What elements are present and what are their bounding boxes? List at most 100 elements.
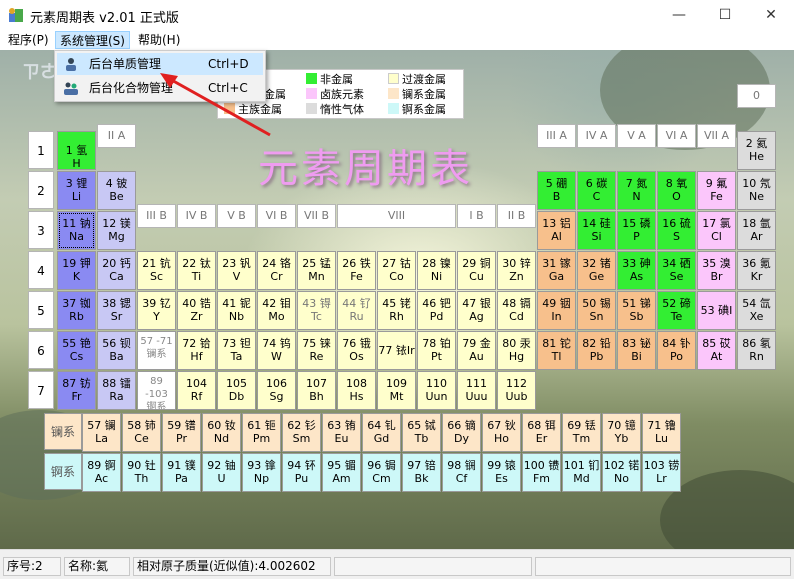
lanthanide-cell[interactable]: 58 铈 Ce: [122, 413, 161, 452]
element-cell[interactable]: 78 铂 Pt: [417, 331, 456, 370]
actinide-cell[interactable]: 100 镄 Fm: [522, 453, 561, 492]
element-cell[interactable]: 16 硫S: [657, 211, 696, 250]
menu-system-management[interactable]: 系统管理(S): [55, 31, 130, 49]
actinide-cell[interactable]: 99 锿 Es: [482, 453, 521, 492]
element-cell[interactable]: 11 钠 Na: [57, 211, 96, 250]
menu-item-element-management[interactable]: 后台单质管理 Ctrl+D: [57, 53, 263, 75]
element-cell[interactable]: 83 铋 Bi: [617, 331, 656, 370]
lanthanide-cell[interactable]: 69 铥 Tm: [562, 413, 601, 452]
actinide-cell[interactable]: 93 镎 Np: [242, 453, 281, 492]
element-cell[interactable]: 6 碳C: [577, 171, 616, 210]
element-cell[interactable]: 77 铱Ir: [377, 331, 416, 370]
actinide-cell[interactable]: 97 锫 Bk: [402, 453, 441, 492]
element-cell[interactable]: 112 Uub: [497, 371, 536, 410]
element-cell[interactable]: 7 氮N: [617, 171, 656, 210]
element-cell[interactable]: 27 钴 Co: [377, 251, 416, 290]
element-cell[interactable]: 41 铌 Nb: [217, 291, 256, 330]
element-cell[interactable]: 76 锇 Os: [337, 331, 376, 370]
element-cell[interactable]: 18 氩 Ar: [737, 211, 776, 250]
actinide-cell[interactable]: 89 锕 Ac: [82, 453, 121, 492]
lanthanide-cell[interactable]: 60 钕 Nd: [202, 413, 241, 452]
element-cell[interactable]: 33 砷 As: [617, 251, 656, 290]
lanthanide-cell[interactable]: 71 镥 Lu: [642, 413, 681, 452]
element-cell[interactable]: 109 Mt: [377, 371, 416, 410]
element-cell[interactable]: 19 钾K: [57, 251, 96, 290]
element-cell[interactable]: 111 Uuu: [457, 371, 496, 410]
element-cell[interactable]: 35 溴 Br: [697, 251, 736, 290]
lanthanide-cell[interactable]: 62 钐 Sm: [282, 413, 321, 452]
element-cell[interactable]: 84 钋 Po: [657, 331, 696, 370]
lanthanide-cell[interactable]: 66 镝 Dy: [442, 413, 481, 452]
element-cell[interactable]: 79 金 Au: [457, 331, 496, 370]
actinide-cell[interactable]: 103 铹 Lr: [642, 453, 681, 492]
element-cell[interactable]: 46 钯 Pd: [417, 291, 456, 330]
lanthanide-cell[interactable]: 61 钷 Pm: [242, 413, 281, 452]
element-cell[interactable]: 20 钙 Ca: [97, 251, 136, 290]
actinide-cell[interactable]: 90 钍 Th: [122, 453, 161, 492]
element-cell[interactable]: 36 氪 Kr: [737, 251, 776, 290]
element-cell[interactable]: 32 锗 Ge: [577, 251, 616, 290]
element-cell[interactable]: 50 锡 Sn: [577, 291, 616, 330]
element-cell[interactable]: 72 铪 Hf: [177, 331, 216, 370]
actinide-cell[interactable]: 91 镤 Pa: [162, 453, 201, 492]
element-cell[interactable]: 106 Sg: [257, 371, 296, 410]
menu-program[interactable]: 程序(P): [4, 31, 53, 49]
element-cell[interactable]: 104 Rf: [177, 371, 216, 410]
lanthanide-cell[interactable]: 63 铕 Eu: [322, 413, 361, 452]
element-cell[interactable]: 12 镁 Mg: [97, 211, 136, 250]
element-cell[interactable]: 26 铁 Fe: [337, 251, 376, 290]
element-cell[interactable]: 29 铜 Cu: [457, 251, 496, 290]
element-cell[interactable]: 1 氢H: [57, 131, 96, 170]
menu-help[interactable]: 帮助(H): [134, 31, 184, 49]
element-cell[interactable]: 15 磷P: [617, 211, 656, 250]
element-cell[interactable]: 24 铬 Cr: [257, 251, 296, 290]
element-cell[interactable]: 87 钫 Fr: [57, 371, 96, 410]
minimize-button[interactable]: —: [656, 0, 702, 30]
element-cell[interactable]: 14 硅 Si: [577, 211, 616, 250]
element-cell[interactable]: 73 钽 Ta: [217, 331, 256, 370]
element-cell[interactable]: 40 锆 Zr: [177, 291, 216, 330]
element-cell[interactable]: 82 铅 Pb: [577, 331, 616, 370]
element-cell[interactable]: 21 钪 Sc: [137, 251, 176, 290]
element-cell[interactable]: 17 氯 Cl: [697, 211, 736, 250]
element-cell[interactable]: 107 Bh: [297, 371, 336, 410]
element-cell[interactable]: 54 氙 Xe: [737, 291, 776, 330]
element-cell[interactable]: 108 Hs: [337, 371, 376, 410]
maximize-button[interactable]: ☐: [702, 0, 748, 30]
element-cell[interactable]: 88 镭 Ra: [97, 371, 136, 410]
actinide-cell[interactable]: 95 镅 Am: [322, 453, 361, 492]
element-cell[interactable]: 45 铑 Rh: [377, 291, 416, 330]
element-cell[interactable]: 49 铟 In: [537, 291, 576, 330]
element-cell[interactable]: 55 铯 Cs: [57, 331, 96, 370]
element-cell[interactable]: 43 锝 Tc: [297, 291, 336, 330]
element-cell[interactable]: 13 铝 Al: [537, 211, 576, 250]
element-cell[interactable]: 2 氦 He: [737, 131, 776, 170]
lanthanide-cell[interactable]: 68 铒 Er: [522, 413, 561, 452]
element-cell[interactable]: 86 氡 Rn: [737, 331, 776, 370]
lanthanide-cell[interactable]: 67 钬 Ho: [482, 413, 521, 452]
element-cell[interactable]: 9 氟 Fe: [697, 171, 736, 210]
element-cell[interactable]: 75 铼 Re: [297, 331, 336, 370]
element-cell[interactable]: 81 铊 Tl: [537, 331, 576, 370]
lanthanide-cell[interactable]: 57 镧 La: [82, 413, 121, 452]
element-cell[interactable]: 56 钡 Ba: [97, 331, 136, 370]
element-cell[interactable]: 38 锶 Sr: [97, 291, 136, 330]
actinide-cell[interactable]: 98 锎 Cf: [442, 453, 481, 492]
element-cell[interactable]: 39 钇Y: [137, 291, 176, 330]
element-cell[interactable]: 52 碲 Te: [657, 291, 696, 330]
element-cell[interactable]: 30 锌 Zn: [497, 251, 536, 290]
element-cell[interactable]: 110 Uun: [417, 371, 456, 410]
actinide-cell[interactable]: 101 钔 Md: [562, 453, 601, 492]
element-cell[interactable]: 53 碘I: [697, 291, 736, 330]
element-cell[interactable]: 25 锰 Mn: [297, 251, 336, 290]
close-button[interactable]: ✕: [748, 0, 794, 30]
element-cell[interactable]: 28 镍 Ni: [417, 251, 456, 290]
element-cell[interactable]: 44 钌 Ru: [337, 291, 376, 330]
element-cell[interactable]: 105 Db: [217, 371, 256, 410]
lanthanide-cell[interactable]: 65 铽 Tb: [402, 413, 441, 452]
element-cell[interactable]: 37 铷 Rb: [57, 291, 96, 330]
element-cell[interactable]: 74 钨W: [257, 331, 296, 370]
element-cell[interactable]: 47 银 Ag: [457, 291, 496, 330]
lanthanide-cell[interactable]: 64 钆 Gd: [362, 413, 401, 452]
actinide-cell[interactable]: 92 铀U: [202, 453, 241, 492]
